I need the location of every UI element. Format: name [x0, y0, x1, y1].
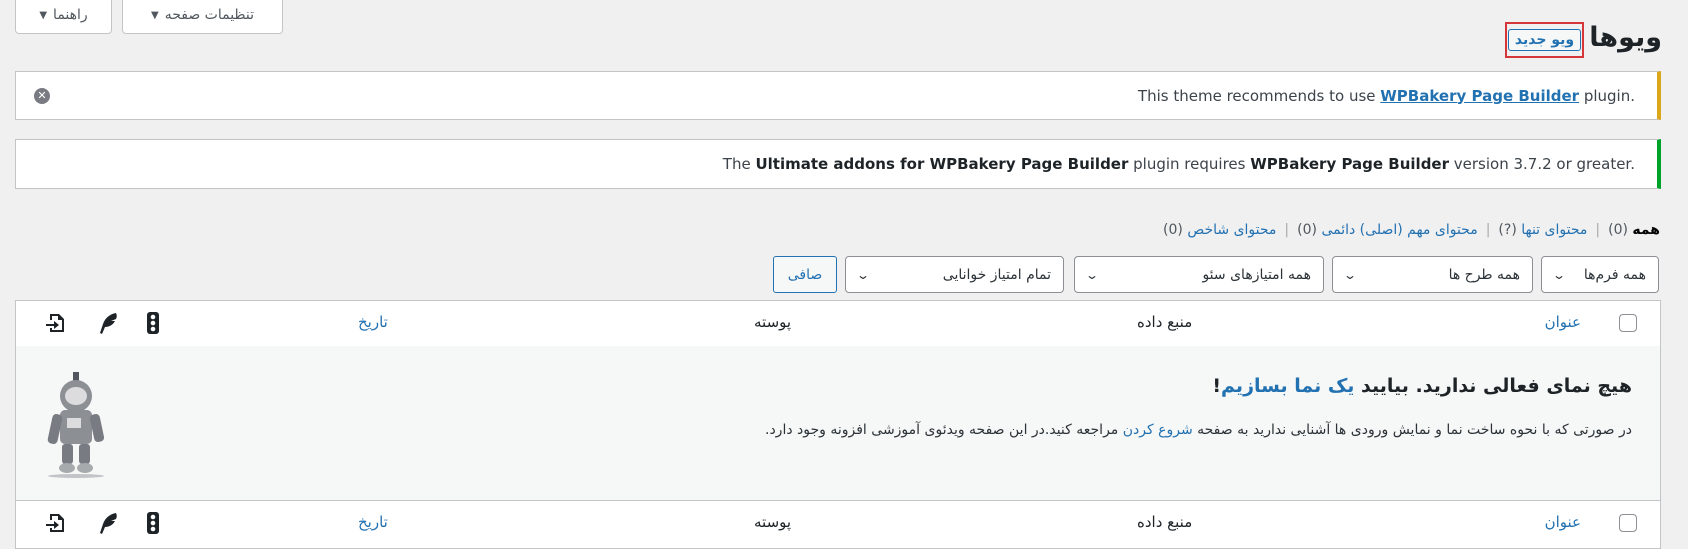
- formats-filter[interactable]: همه فرم‌ها ⌄: [1541, 256, 1659, 293]
- export-icon: [46, 314, 64, 332]
- astronaut-illustration: [47, 372, 105, 478]
- post-status-views: همه (0) | محتوای تنها (?) | محتوای مهم (…: [1163, 222, 1660, 238]
- column-post: پوسته: [754, 313, 792, 331]
- view-cornerstone-permanent[interactable]: محتوای مهم (اصلی) دائمی (0): [1297, 222, 1478, 238]
- views-table: عنوان منبع داده پوسته تاریخ هیچ نمای فعا…: [15, 300, 1661, 549]
- screen-options-button[interactable]: تنظیمات صفحه ▼: [122, 0, 283, 34]
- readability-filter[interactable]: تمام امتیاز خوانایی ⌄: [845, 256, 1064, 293]
- column-title[interactable]: عنوان: [1545, 513, 1581, 531]
- filter-button[interactable]: صافی: [773, 256, 837, 293]
- requirement-notice: The Ultimate addons for WPBakery Page Bu…: [15, 139, 1661, 189]
- column-date[interactable]: تاریخ: [358, 513, 388, 531]
- column-title[interactable]: عنوان: [1545, 313, 1581, 331]
- view-standalone[interactable]: محتوای تنها (?): [1498, 222, 1587, 238]
- export-icon: [46, 514, 64, 532]
- wpbakery-link[interactable]: WPBakery Page Builder: [1380, 87, 1579, 105]
- add-new-highlight: ویو جدید: [1505, 22, 1584, 58]
- column-date[interactable]: تاریخ: [358, 313, 388, 331]
- screen-options-label: تنظیمات صفحه: [164, 7, 255, 23]
- layouts-filter[interactable]: همه طرح ها ⌄: [1332, 256, 1533, 293]
- seo-score-filter[interactable]: همه امتیازهای سئو ⌄: [1074, 256, 1324, 293]
- view-featured[interactable]: محتوای شاخص (0): [1163, 222, 1276, 238]
- notice-text: This theme recommends to use WPBakery Pa…: [1137, 86, 1635, 105]
- table-footer: عنوان منبع داده پوسته تاریخ: [16, 500, 1660, 546]
- create-view-link[interactable]: یک نما بسازیم: [1221, 375, 1354, 397]
- caret-down-icon: ▼: [39, 9, 48, 21]
- feather-icon: [100, 313, 117, 334]
- column-post: پوسته: [754, 513, 792, 531]
- chevron-down-icon: ⌄: [1084, 267, 1100, 282]
- column-source: منبع داده: [1137, 313, 1193, 331]
- chevron-down-icon: ⌄: [855, 267, 871, 282]
- chevron-down-icon: ⌄: [1342, 267, 1358, 282]
- empty-state-heading: هیچ نمای فعالی ندارید. بیایید یک نما بسا…: [1212, 375, 1632, 397]
- view-all[interactable]: همه (0): [1608, 222, 1660, 238]
- help-button[interactable]: راهنما ▼: [15, 0, 112, 34]
- select-all-checkbox[interactable]: [1619, 314, 1637, 332]
- traffic-light-icon: [147, 512, 159, 534]
- dismiss-icon[interactable]: ✕: [34, 88, 50, 104]
- table-header: عنوان منبع داده پوسته تاریخ: [16, 301, 1660, 347]
- empty-state-description: در صورتی که با نحوه ساخت نما و نمایش ورو…: [765, 422, 1632, 438]
- page-title: ویوها: [1589, 22, 1662, 53]
- caret-down-icon: ▼: [150, 9, 159, 21]
- feather-icon: [100, 513, 117, 534]
- add-new-view-button[interactable]: ویو جدید: [1507, 29, 1582, 51]
- column-source: منبع داده: [1137, 513, 1193, 531]
- help-label: راهنما: [53, 7, 88, 23]
- empty-state: هیچ نمای فعالی ندارید. بیایید یک نما بسا…: [16, 346, 1660, 500]
- getting-started-link[interactable]: شروع کردن: [1123, 422, 1193, 438]
- recommend-plugin-notice: ✕ This theme recommends to use WPBakery …: [15, 71, 1661, 120]
- chevron-down-icon: ⌄: [1551, 267, 1567, 282]
- select-all-checkbox[interactable]: [1619, 514, 1637, 532]
- notice-text: The Ultimate addons for WPBakery Page Bu…: [722, 155, 1635, 173]
- traffic-light-icon: [147, 312, 159, 334]
